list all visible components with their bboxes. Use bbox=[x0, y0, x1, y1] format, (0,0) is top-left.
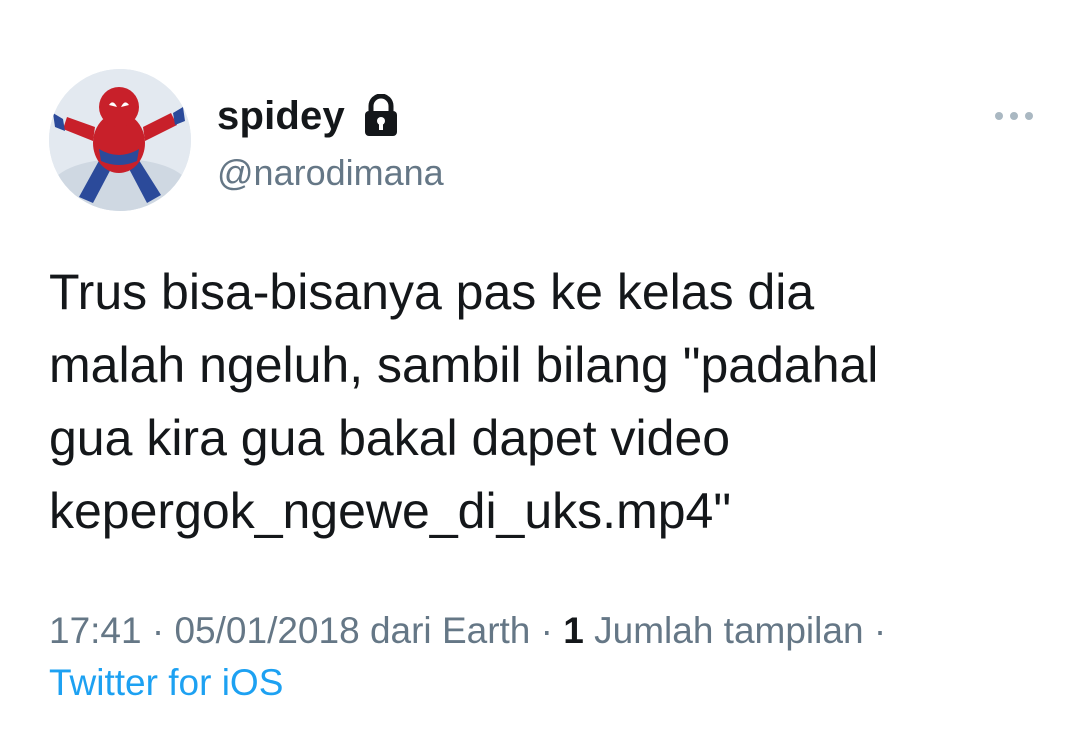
tweet-location[interactable]: Earth bbox=[442, 610, 530, 651]
lock-icon bbox=[361, 93, 401, 138]
tweet-meta: 17:41 · 05/01/2018 dari Earth · 1 Jumlah… bbox=[49, 610, 886, 652]
display-name-row: spidey bbox=[217, 92, 401, 140]
user-handle[interactable]: @narodimana bbox=[217, 152, 444, 194]
display-name[interactable]: spidey bbox=[217, 94, 345, 139]
tweet-card: spidey @narodimana Trus bisa-bisanya pas… bbox=[0, 0, 1080, 733]
avatar[interactable] bbox=[49, 69, 191, 211]
location-prefix: dari bbox=[369, 610, 432, 651]
source-link[interactable]: Twitter for iOS bbox=[49, 662, 283, 704]
tweet-time[interactable]: 17:41 bbox=[49, 610, 142, 651]
more-horizontal-icon[interactable] bbox=[992, 104, 1036, 128]
views-label[interactable]: Jumlah tampilan bbox=[594, 610, 863, 651]
views-count: 1 bbox=[563, 610, 584, 651]
spiderman-figure-avatar-icon bbox=[49, 69, 191, 211]
separator: · bbox=[540, 610, 553, 651]
separator: · bbox=[873, 610, 887, 651]
tweet-text: Trus bisa-bisanya pas ke kelas dia malah… bbox=[49, 264, 879, 539]
tweet-date[interactable]: 05/01/2018 bbox=[174, 610, 359, 651]
separator: · bbox=[151, 610, 165, 651]
